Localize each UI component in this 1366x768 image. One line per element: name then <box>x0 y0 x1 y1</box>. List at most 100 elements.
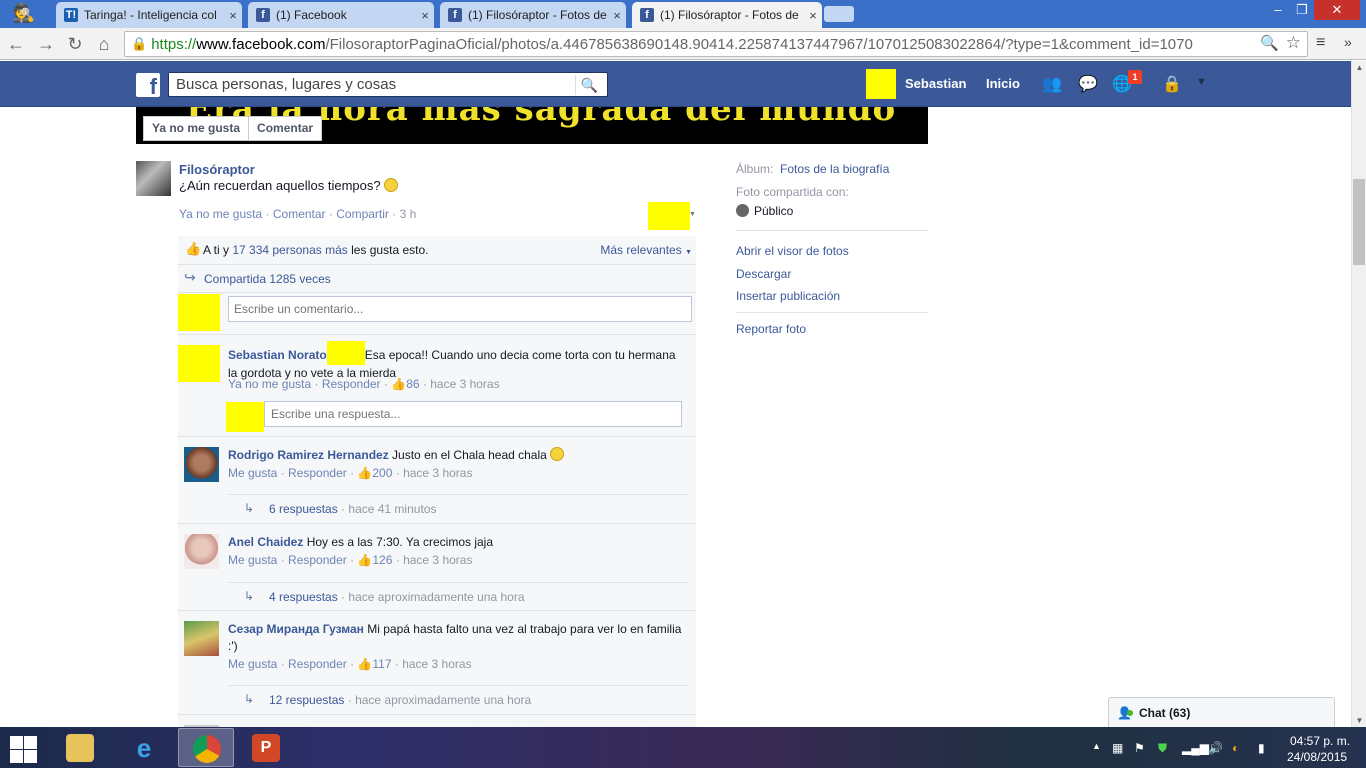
taskbar-powerpoint[interactable]: P <box>238 728 294 767</box>
download-link[interactable]: Descargar <box>736 267 791 281</box>
commenter-avatar[interactable] <box>184 534 219 569</box>
post-options-arrow-icon[interactable]: ▼ <box>689 211 696 218</box>
close-tab-icon[interactable]: × <box>416 8 434 23</box>
post-share-link[interactable]: Compartir <box>336 207 389 221</box>
comment-time[interactable]: hace 3 horas <box>402 657 471 671</box>
commenter-avatar[interactable] <box>184 621 219 656</box>
close-tab-icon[interactable]: × <box>608 8 626 23</box>
forward-arrow-icon[interactable]: → <box>34 32 58 56</box>
taskbar-file-explorer[interactable] <box>52 728 108 767</box>
comment-reply-link[interactable]: Responder <box>288 657 347 671</box>
scroll-up-arrow-icon[interactable]: ▲ <box>1352 63 1366 72</box>
post-options-redacted[interactable] <box>648 202 690 230</box>
back-arrow-icon[interactable]: ← <box>4 32 28 56</box>
taskbar-clock-date[interactable]: 24/08/2015 <box>1287 750 1347 764</box>
open-photo-viewer-link[interactable]: Abrir el visor de fotos <box>736 244 849 258</box>
post-unlike-link[interactable]: Ya no me gusta <box>179 207 262 221</box>
commenter-name-link[interactable]: Rodrigo Ramirez Hernandez <box>228 448 389 462</box>
extensions-overflow-icon[interactable]: » <box>1344 34 1352 50</box>
browser-tab-filosoraptor-1[interactable]: f (1) Filosóraptor - Fotos de × <box>440 2 626 28</box>
search-icon[interactable]: 🔍 <box>575 75 603 95</box>
commenter-avatar-redacted[interactable] <box>178 345 220 382</box>
comment-like-link[interactable]: Me gusta <box>228 553 277 567</box>
photo-unlike-button[interactable]: Ya no me gusta <box>144 117 250 140</box>
chat-sidebar-tab[interactable]: 👤 Chat (63) <box>1108 697 1335 727</box>
network-signal-icon[interactable]: ▂▄▆ <box>1182 741 1209 755</box>
page-scrollbar[interactable]: ▲ ▼ <box>1351 61 1366 727</box>
photo-comment-button[interactable]: Comentar <box>249 117 321 140</box>
view-replies-row[interactable]: ↳ 12 respuestas · hace aproximadamente u… <box>228 685 688 713</box>
close-tab-icon[interactable]: × <box>224 8 242 23</box>
scroll-down-arrow-icon[interactable]: ▼ <box>1352 716 1366 725</box>
view-replies-row[interactable]: ↳ 6 respuestas · hace 41 minutos <box>228 494 688 522</box>
scrollbar-thumb[interactable] <box>1353 179 1365 265</box>
comment-time[interactable]: hace 3 horas <box>403 466 472 480</box>
account-settings-arrow-icon[interactable]: ▼ <box>1196 76 1207 88</box>
messages-icon[interactable]: 💬 <box>1076 74 1100 96</box>
comment-input[interactable] <box>228 296 692 322</box>
replies-count-link[interactable]: 4 respuestas <box>269 590 338 604</box>
comment-like-link[interactable]: Me gusta <box>228 466 277 480</box>
page-name-link[interactable]: Filosóraptor <box>179 162 255 177</box>
bookmark-star-icon[interactable]: ☆ <box>1286 33 1301 53</box>
replies-count[interactable]: 4 respuestas · hace aproximadamente una … <box>269 590 525 604</box>
keyboard-layout-icon[interactable]: ▦ <box>1112 741 1123 755</box>
update-notification-icon[interactable]: ◐ <box>1232 741 1239 755</box>
close-window-icon[interactable]: ✕ <box>1314 0 1360 20</box>
comment-likes-count[interactable]: 117 <box>372 657 391 671</box>
post-timestamp[interactable]: 3 h <box>400 207 417 221</box>
replies-count-link[interactable]: 6 respuestas <box>269 502 338 516</box>
profile-avatar-redacted[interactable] <box>866 69 896 99</box>
comment-time[interactable]: hace 3 horas <box>403 553 472 567</box>
browser-tab-filosoraptor-active[interactable]: f (1) Filosóraptor - Fotos de × <box>632 2 822 28</box>
shares-count-link[interactable]: Compartida 1285 veces <box>204 272 331 286</box>
likes-people-link[interactable]: 17 334 personas más <box>232 243 347 257</box>
security-shield-icon[interactable]: ⛊ <box>1158 741 1167 756</box>
commenter-name-link[interactable]: Sebastian Norato <box>228 348 327 362</box>
commenter-avatar[interactable] <box>184 447 219 482</box>
commenter-name-link[interactable]: Anel Chaidez <box>228 535 303 549</box>
comment-reply-link[interactable]: Responder <box>322 377 381 391</box>
home-icon[interactable]: ⌂ <box>92 32 116 56</box>
replies-count[interactable]: 6 respuestas · hace 41 minutos <box>269 502 436 516</box>
chrome-menu-icon[interactable]: ≡ <box>1316 34 1325 52</box>
facebook-search-input[interactable] <box>169 73 569 95</box>
maximize-window-icon[interactable]: ❐ <box>1290 0 1314 20</box>
post-comment-link[interactable]: Comentar <box>273 207 326 221</box>
page-avatar[interactable] <box>136 161 171 196</box>
sort-comments-dropdown[interactable]: Más relevantes ▼ <box>600 243 692 257</box>
taskbar-chrome[interactable] <box>178 728 234 767</box>
taskbar-clock-time[interactable]: 04:57 p. m. <box>1290 734 1350 748</box>
facebook-search-box[interactable]: 🔍 <box>168 72 608 97</box>
privacy-shortcuts-icon[interactable]: 🔒 <box>1160 74 1184 96</box>
comment-likes-count[interactable]: 86 <box>406 377 419 391</box>
report-photo-link[interactable]: Reportar foto <box>736 322 806 336</box>
view-replies-row[interactable]: ↳ 4 respuestas · hace aproximadamente un… <box>228 582 688 610</box>
profile-name-link[interactable]: Sebastian <box>905 76 966 91</box>
minimize-window-icon[interactable]: – <box>1266 0 1290 20</box>
show-hidden-icons-arrow-icon[interactable]: ▲ <box>1092 741 1101 751</box>
comment-time[interactable]: hace 3 horas <box>430 377 499 391</box>
comment-likes-count[interactable]: 200 <box>372 466 392 480</box>
close-tab-icon[interactable]: × <box>804 8 822 23</box>
address-bar[interactable]: 🔒 https://www.facebook.com/FilosoraptorP… <box>124 31 1308 57</box>
comment-unlike-link[interactable]: Ya no me gusta <box>228 377 311 391</box>
home-link[interactable]: Inicio <box>986 76 1020 91</box>
new-tab-button[interactable] <box>824 6 854 22</box>
embed-post-link[interactable]: Insertar publicación <box>736 289 840 303</box>
comment-reply-link[interactable]: Responder <box>288 466 347 480</box>
browser-tab-facebook[interactable]: f (1) Facebook × <box>248 2 434 28</box>
comment-reply-link[interactable]: Responder <box>288 553 347 567</box>
commenter-name-link[interactable]: Сезар Миранда Гузман <box>228 622 364 636</box>
volume-icon[interactable]: 🔊 <box>1208 741 1223 755</box>
reload-icon[interactable]: ↻ <box>63 32 87 56</box>
replies-count[interactable]: 12 respuestas · hace aproximadamente una… <box>269 693 531 707</box>
zoom-icon[interactable]: 🔍 <box>1260 34 1279 52</box>
battery-icon[interactable]: ▮ <box>1258 741 1265 755</box>
comment-like-link[interactable]: Me gusta <box>228 657 277 671</box>
friend-requests-icon[interactable]: 👥 <box>1040 74 1064 96</box>
reply-input[interactable] <box>264 401 682 427</box>
action-center-flag-icon[interactable]: ⚑ <box>1134 741 1145 755</box>
browser-tab-taringa[interactable]: T! Taringa! - Inteligencia col × <box>56 2 242 28</box>
windows-start-icon[interactable] <box>8 733 38 763</box>
